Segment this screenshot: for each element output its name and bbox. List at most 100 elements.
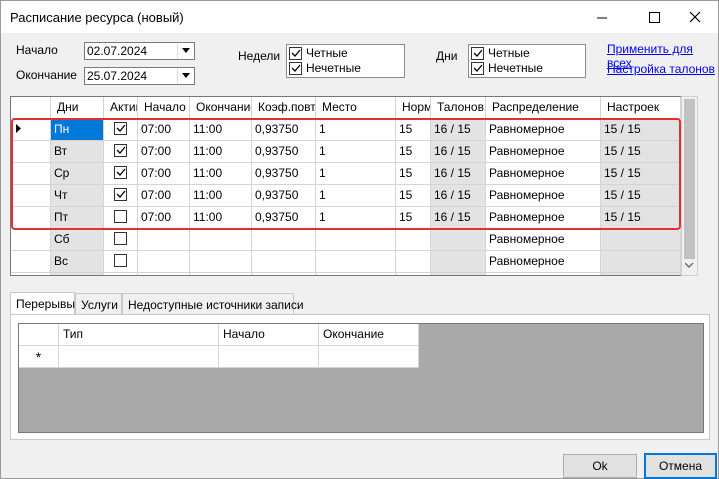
weeks-even-option[interactable]: Четные (289, 46, 348, 60)
cell-coef[interactable]: 0,93750 (252, 163, 316, 185)
cell-settings[interactable]: 15 / 15 (601, 163, 681, 185)
cell-distribution[interactable]: Равномерное (486, 119, 601, 141)
cell-tickets[interactable] (431, 251, 486, 273)
close-button[interactable] (672, 1, 718, 33)
cell-day[interactable]: Вс (51, 251, 104, 273)
cell-place[interactable] (316, 229, 396, 251)
start-date-dropdown-button[interactable] (177, 43, 194, 59)
cell-end[interactable] (190, 229, 252, 251)
cell-distribution[interactable]: Равномерное (486, 185, 601, 207)
cell-active[interactable] (104, 251, 138, 273)
new-row-end-cell[interactable] (319, 346, 419, 368)
scrollbar-thumb[interactable] (684, 99, 695, 259)
days-odd-option[interactable]: Нечетные (471, 61, 543, 75)
column-header-coef[interactable]: Коэф.повт. (252, 97, 316, 119)
cell-start[interactable]: 07:00 (138, 207, 190, 229)
breaks-grid[interactable]: Тип Начало Окончание * (18, 323, 704, 433)
new-row-start-cell[interactable] (219, 346, 319, 368)
days-even-checkbox[interactable] (471, 46, 484, 60)
active-checkbox[interactable] (114, 210, 127, 223)
column-header-place[interactable]: Место (316, 97, 396, 119)
tickets-setup-link[interactable]: Настройка талонов (607, 62, 715, 76)
cell-coef[interactable] (252, 251, 316, 273)
cell-start[interactable] (138, 229, 190, 251)
cell-end[interactable]: 11:00 (190, 185, 252, 207)
weeks-odd-option[interactable]: Нечетные (289, 61, 361, 75)
cell-settings[interactable]: 15 / 15 (601, 141, 681, 163)
cell-end[interactable]: 11:00 (190, 163, 252, 185)
column-header-tickets[interactable]: Талонов (431, 97, 486, 119)
cell-start[interactable] (138, 251, 190, 273)
cell-day[interactable]: Пт (51, 207, 104, 229)
cell-day[interactable]: Сб (51, 229, 104, 251)
tab-breaks[interactable]: Перерывы (10, 292, 75, 315)
cell-settings[interactable]: 15 / 15 (601, 119, 681, 141)
cell-settings[interactable] (601, 251, 681, 273)
column-header-active[interactable]: Актив (104, 97, 138, 119)
end-date-picker[interactable]: 25.07.2024 (84, 67, 195, 85)
cell-coef[interactable]: 0,93750 (252, 141, 316, 163)
row-header[interactable] (11, 185, 51, 207)
cell-coef[interactable] (252, 229, 316, 251)
active-checkbox[interactable] (114, 166, 127, 179)
cell-place[interactable]: 1 (316, 163, 396, 185)
cell-distribution[interactable]: Равномерное (486, 141, 601, 163)
tab-unavailable-sources[interactable]: Недоступные источники записи (122, 293, 304, 315)
breaks-col-end[interactable]: Окончание (319, 324, 419, 346)
days-odd-checkbox[interactable] (471, 61, 484, 75)
cell-day[interactable]: Вт (51, 141, 104, 163)
cell-end[interactable] (190, 251, 252, 273)
cell-active[interactable] (104, 207, 138, 229)
cell-settings[interactable]: 15 / 15 (601, 185, 681, 207)
cell-coef[interactable]: 0,93750 (252, 185, 316, 207)
column-header-day[interactable]: Дни (51, 97, 104, 119)
cancel-button[interactable]: Отмена (644, 453, 717, 479)
cell-active[interactable] (104, 119, 138, 141)
cell-norm[interactable]: 15 (396, 185, 431, 207)
column-header-norm[interactable]: Норм (396, 97, 431, 119)
cell-distribution[interactable]: Равномерное (486, 251, 601, 273)
cell-coef[interactable]: 0,93750 (252, 119, 316, 141)
ok-button[interactable]: Ok (563, 454, 637, 478)
cell-day[interactable]: Чт (51, 185, 104, 207)
cell-distribution[interactable]: Равномерное (486, 163, 601, 185)
cell-end[interactable]: 11:00 (190, 141, 252, 163)
active-checkbox[interactable] (114, 144, 127, 157)
cell-end[interactable]: 11:00 (190, 207, 252, 229)
column-header-settings[interactable]: Настроек (601, 97, 681, 119)
cell-place[interactable]: 1 (316, 119, 396, 141)
row-header[interactable] (11, 251, 51, 273)
cell-day[interactable]: Пн (51, 119, 104, 141)
cell-tickets[interactable]: 16 / 15 (431, 207, 486, 229)
active-checkbox[interactable] (114, 122, 127, 135)
tab-services[interactable]: Услуги (75, 293, 122, 315)
column-header-start[interactable]: Начало (138, 97, 190, 119)
breaks-col-start[interactable]: Начало (219, 324, 319, 346)
cell-end[interactable]: 11:00 (190, 119, 252, 141)
cell-norm[interactable]: 15 (396, 119, 431, 141)
cell-distribution[interactable]: Равномерное (486, 229, 601, 251)
cell-tickets[interactable] (431, 229, 486, 251)
cell-norm[interactable]: 15 (396, 141, 431, 163)
cell-place[interactable]: 1 (316, 185, 396, 207)
cell-tickets[interactable]: 16 / 15 (431, 141, 486, 163)
cell-place[interactable]: 1 (316, 207, 396, 229)
cell-tickets[interactable]: 16 / 15 (431, 185, 486, 207)
cell-tickets[interactable]: 16 / 15 (431, 163, 486, 185)
cell-day[interactable]: Ср (51, 163, 104, 185)
weeks-odd-checkbox[interactable] (289, 61, 302, 75)
cell-active[interactable] (104, 185, 138, 207)
schedule-grid-scrollbar[interactable] (681, 96, 698, 276)
cell-norm[interactable]: 15 (396, 163, 431, 185)
cell-norm[interactable]: 15 (396, 207, 431, 229)
cell-active[interactable] (104, 141, 138, 163)
scroll-down-icon[interactable] (685, 263, 694, 269)
schedule-grid[interactable]: ДниАктивНачалоОкончаниеКоэф.повт.МестоНо… (10, 96, 690, 276)
weeks-even-checkbox[interactable] (289, 46, 302, 60)
cell-distribution[interactable]: Равномерное (486, 207, 601, 229)
maximize-button[interactable] (631, 1, 677, 33)
end-date-dropdown-button[interactable] (177, 68, 194, 84)
cell-settings[interactable] (601, 229, 681, 251)
minimize-button[interactable] (579, 1, 625, 33)
row-header[interactable] (11, 207, 51, 229)
